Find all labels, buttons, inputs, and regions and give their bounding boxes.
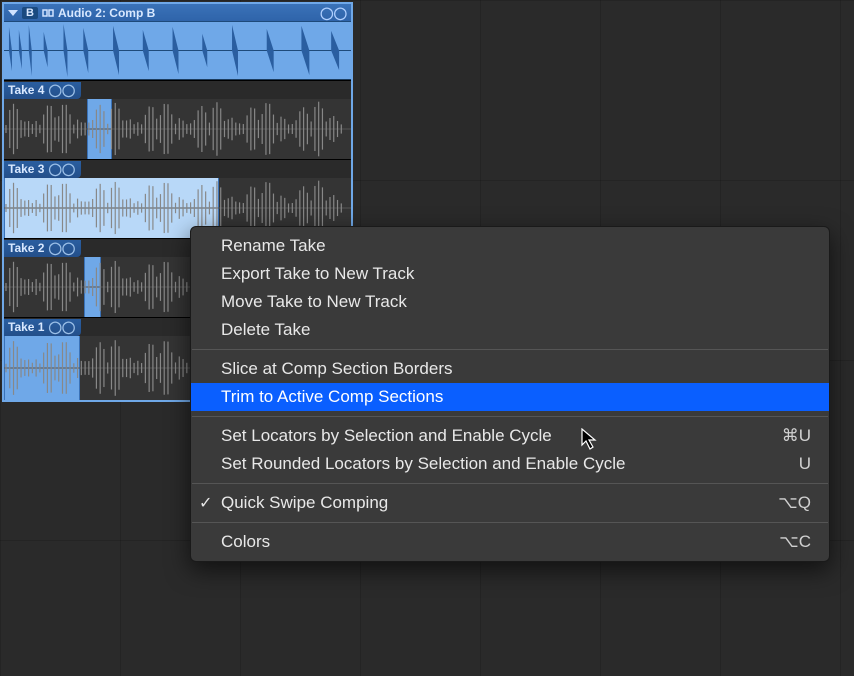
menu-separator: [192, 483, 828, 484]
menu-item[interactable]: Delete Take: [191, 316, 829, 344]
take-name: Take 4: [8, 83, 44, 97]
menu-item-label: Trim to Active Comp Sections: [221, 387, 811, 407]
menu-item[interactable]: Colors ⌥C: [191, 528, 829, 556]
menu-item-label: Colors: [221, 532, 779, 552]
menu-item[interactable]: Set Rounded Locators by Selection and En…: [191, 450, 829, 478]
menu-item[interactable]: Slice at Comp Section Borders: [191, 355, 829, 383]
take-name: Take 2: [8, 241, 44, 255]
take-context-menu[interactable]: Rename Take Export Take to New Track Mov…: [190, 226, 830, 562]
take-folder-title: Audio 2: Comp B: [58, 6, 316, 20]
menu-item[interactable]: Rename Take: [191, 232, 829, 260]
take-label[interactable]: Take 4 ◯◯: [4, 82, 81, 99]
take-label[interactable]: Take 3 ◯◯: [4, 161, 81, 178]
menu-item[interactable]: Export Take to New Track: [191, 260, 829, 288]
loop-icon: ◯◯: [320, 6, 347, 20]
menu-item-shortcut: ⌘U: [782, 426, 811, 446]
menu-item-label: Export Take to New Track: [221, 264, 811, 284]
menu-item-shortcut: ⌥Q: [778, 493, 811, 513]
menu-item-label: Set Rounded Locators by Selection and En…: [221, 454, 799, 474]
take-name: Take 3: [8, 162, 44, 176]
menu-separator: [192, 416, 828, 417]
quick-swipe-icon[interactable]: [42, 7, 54, 19]
menu-item-label: Set Locators by Selection and Enable Cyc…: [221, 426, 782, 446]
take-name: Take 1: [8, 320, 44, 334]
menu-item-label: Slice at Comp Section Borders: [221, 359, 811, 379]
menu-separator: [192, 349, 828, 350]
take-label[interactable]: Take 2 ◯◯: [4, 240, 81, 257]
menu-separator: [192, 522, 828, 523]
menu-item-label: Delete Take: [221, 320, 811, 340]
disclosure-triangle-icon[interactable]: [8, 10, 18, 16]
take-folder-header[interactable]: B Audio 2: Comp B ◯◯: [4, 4, 351, 22]
loop-icon: ◯◯: [48, 83, 75, 97]
take-waveform[interactable]: [4, 99, 351, 159]
take-label[interactable]: Take 1 ◯◯: [4, 319, 81, 336]
menu-item-label: Quick Swipe Comping: [221, 493, 778, 513]
comp-letter-badge[interactable]: B: [22, 7, 38, 19]
take-row[interactable]: Take 4 ◯◯: [4, 80, 351, 159]
loop-icon: ◯◯: [48, 241, 75, 255]
menu-item-label: Rename Take: [221, 236, 811, 256]
loop-icon: ◯◯: [48, 162, 75, 176]
menu-item-label: Move Take to New Track: [221, 292, 811, 312]
loop-icon: ◯◯: [48, 320, 75, 334]
menu-item[interactable]: ✓ Quick Swipe Comping ⌥Q: [191, 489, 829, 517]
menu-item[interactable]: Move Take to New Track: [191, 288, 829, 316]
comp-track-waveform[interactable]: [4, 22, 351, 80]
checkmark-icon: ✓: [199, 493, 212, 513]
menu-item[interactable]: Set Locators by Selection and Enable Cyc…: [191, 422, 829, 450]
menu-item[interactable]: Trim to Active Comp Sections: [191, 383, 829, 411]
menu-item-shortcut: U: [799, 454, 811, 474]
menu-item-shortcut: ⌥C: [779, 532, 811, 552]
